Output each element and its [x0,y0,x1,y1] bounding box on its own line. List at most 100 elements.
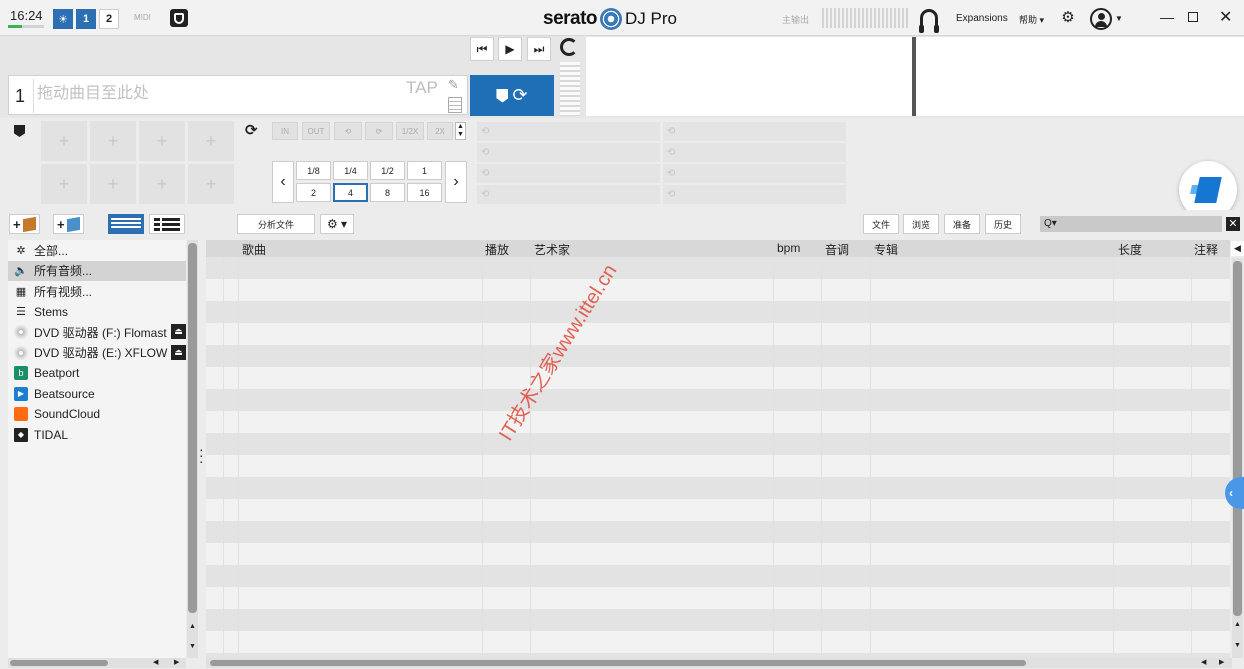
scroll-left-icon[interactable]: ◀ [1201,658,1206,666]
table-row[interactable] [206,477,1230,499]
sidebar-item-all-audio[interactable]: 🔈 所有音频... [8,260,186,281]
table-row[interactable] [206,609,1230,631]
add-smart-crate-button[interactable]: + [53,214,84,234]
headphones-icon[interactable] [919,9,939,33]
scroll-thumb[interactable] [188,243,197,613]
saved-loop-slot[interactable]: ⟲ [477,143,660,162]
loop-half-button[interactable]: 1/2X [396,122,424,140]
loop-double-button[interactable]: 2X [427,122,453,140]
tap-button[interactable]: TAP [406,78,438,98]
chevron-down-icon[interactable]: ▼ [1115,14,1123,23]
sidebar-item-dvd-f[interactable]: DVD 驱动器 (F:) Flomast ⏏ [8,322,186,343]
hot-cue-pad[interactable]: + [41,121,87,161]
column-header-album[interactable]: 专辑 [874,241,898,258]
browse-panel-button[interactable]: 浏览 [903,214,939,234]
scroll-down-icon[interactable]: ▼ [189,643,196,650]
minimize-icon[interactable]: — [1160,9,1174,25]
expansions-button[interactable]: Expansions [956,13,1008,24]
sidebar-item-soundcloud[interactable]: SoundCloud [8,404,186,425]
column-header-comment[interactable]: 注释 [1194,241,1218,258]
column-header-length[interactable]: 长度 [1118,241,1142,258]
column-header-key[interactable]: 音调 [825,241,849,258]
sidebar-item-all[interactable]: ✲ 全部... [8,240,186,261]
sidebar-item-all-video[interactable]: ▦ 所有视频... [8,281,186,302]
restore-icon[interactable] [1188,12,1198,22]
gear-icon[interactable]: ⚙ [1060,10,1076,26]
beat-size-button[interactable]: 8 [370,183,405,202]
user-icon[interactable] [1090,8,1112,30]
hot-cue-pad[interactable]: + [90,121,136,161]
table-horizontal-scrollbar[interactable]: ◀ ▶ [206,658,1232,668]
prepare-panel-button[interactable]: 准备 [944,214,980,234]
sidebar-item-stems[interactable]: ☰ Stems [8,302,186,323]
scroll-thumb[interactable] [210,660,1026,666]
scroll-thumb[interactable] [1233,261,1242,616]
chevron-right-icon[interactable]: › [445,161,467,203]
table-row[interactable] [206,433,1230,455]
shield-icon[interactable] [170,9,188,27]
calculator-icon[interactable] [448,97,462,113]
hot-cue-pad[interactable]: + [139,121,185,161]
table-row[interactable] [206,257,1230,279]
column-header-artist[interactable]: 艺术家 [534,241,570,258]
sync-button[interactable]: ⟳ [470,75,554,116]
sidebar-item-beatsource[interactable]: ▶ Beatsource [8,384,186,405]
history-panel-button[interactable]: 历史 [985,214,1021,234]
saved-loop-slot[interactable]: ⟲ [477,164,660,183]
beat-size-button-selected[interactable]: 4 [333,183,368,202]
search-input[interactable]: Q▾ [1040,216,1222,232]
column-header-song[interactable]: 歌曲 [242,241,266,258]
table-scrollbar[interactable]: ▲ ▼ [1232,258,1243,658]
hot-cue-pad[interactable]: + [188,164,234,204]
scroll-right-icon[interactable]: ▶ [1219,658,1224,666]
previous-track-icon[interactable]: ⏮ [470,37,494,61]
saved-loop-slot[interactable]: ⟲ [663,185,846,204]
panel-resize-handle[interactable]: · · · [199,442,204,468]
column-header-bpm[interactable]: bpm [777,241,800,255]
clear-search-icon[interactable]: ✕ [1226,217,1240,231]
play-icon[interactable]: ▶ [498,37,522,61]
deck-1-button[interactable]: 1 [76,9,96,29]
waveform-overview-1[interactable] [586,37,912,116]
column-menu-icon[interactable]: ◀ [1231,241,1244,256]
loop-icon[interactable]: ⟳ [245,121,258,139]
scroll-down-icon[interactable]: ▼ [1234,642,1241,649]
scroll-up-icon[interactable]: ▲ [1234,621,1241,628]
saved-loop-slot[interactable]: ⟲ [477,185,660,204]
beat-size-button[interactable]: 2 [296,183,331,202]
add-crate-button[interactable]: + [9,214,40,234]
saved-loop-slot[interactable]: ⟲ [663,143,846,162]
help-menu[interactable]: 帮助 ▾ [1019,13,1044,26]
detail-view-button[interactable] [149,214,185,234]
library-settings-button[interactable]: ⚙ ▾ [320,214,354,234]
table-row[interactable] [206,301,1230,323]
loop-toggle-button[interactable]: ⟳ [365,122,393,140]
scroll-left-icon[interactable]: ◀ [153,658,158,666]
beat-size-button[interactable]: 1 [407,161,442,180]
analyze-files-button[interactable]: 分析文件 [237,214,315,234]
loop-stepper[interactable]: ▲ ▼ [455,122,466,140]
beat-size-button[interactable]: 16 [407,183,442,202]
saved-loop-slot[interactable]: ⟲ [477,122,660,141]
deck-track-slot[interactable]: 1 拖动曲目至此处 TAP [8,75,468,115]
scroll-right-icon[interactable]: ▶ [174,658,179,666]
next-track-icon[interactable]: ⏭ [527,37,551,61]
scroll-up-icon[interactable]: ▲ [189,623,196,630]
table-row[interactable] [206,521,1230,543]
beat-size-button[interactable]: 1/8 [296,161,331,180]
reloop-button[interactable]: ⟲ [334,122,362,140]
beat-size-button[interactable]: 1/4 [333,161,368,180]
sidebar-item-beatport[interactable]: b Beatport [8,363,186,384]
scroll-thumb[interactable] [10,660,108,666]
hot-cue-pad[interactable]: + [139,164,185,204]
track-table[interactable]: 歌曲 播放 艺术家 bpm 音调 专辑 长度 注释 [206,240,1230,658]
files-panel-button[interactable]: 文件 [863,214,899,234]
hot-cue-pad[interactable]: + [188,121,234,161]
sidebar-horizontal-scrollbar[interactable]: ◀ ▶ [8,658,186,668]
pencil-icon[interactable]: ✎ [448,77,459,93]
beat-size-button[interactable]: 1/2 [370,161,405,180]
sidebar-item-tidal[interactable]: ◆ TIDAL [8,425,186,446]
sidebar-scrollbar[interactable]: ▲ ▼ [187,240,198,658]
column-header-played[interactable]: 播放 [485,241,509,258]
sun-icon[interactable]: ☀ [53,9,73,29]
